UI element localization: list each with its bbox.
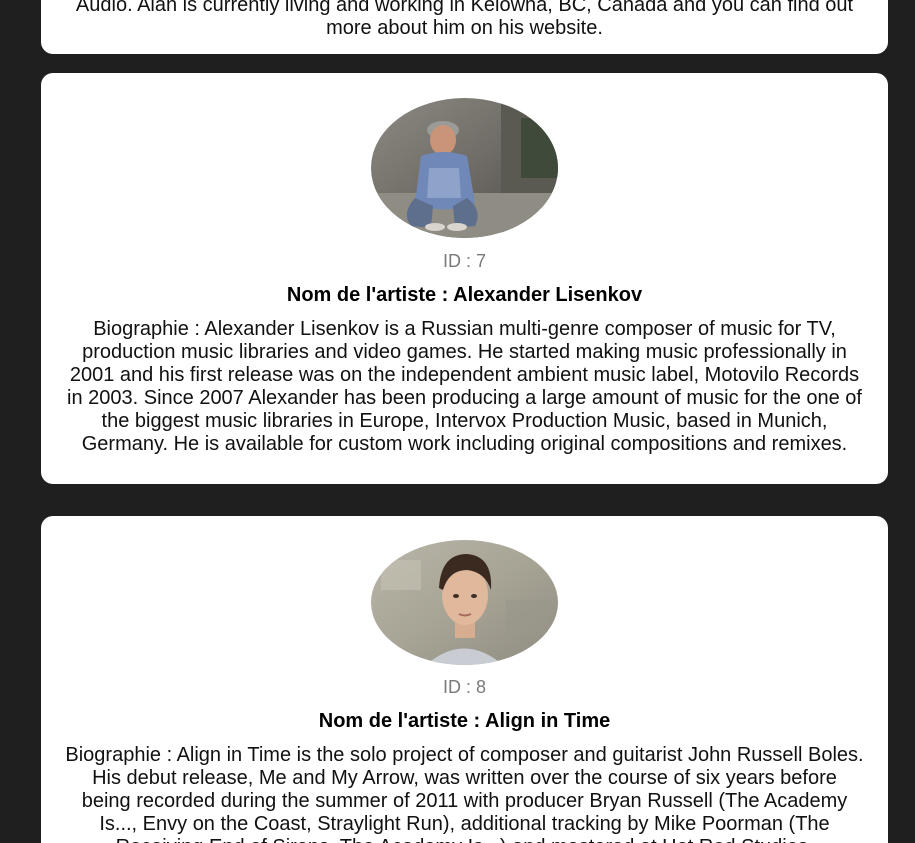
bio-tail-line-2: more about him on his website. (326, 17, 603, 39)
bio-tail-line-1: Audio. Alan is currently living and work… (75, 0, 854, 16)
artist-card-previous: Audio. Alan is currently living and work… (41, 0, 888, 54)
artist-photo (371, 540, 558, 665)
artist-bio: Biographie : Align in Time is the solo p… (65, 744, 864, 843)
artist-bio-tail: Audio. Alan is currently living and work… (41, 0, 888, 40)
artist-photo-image (371, 540, 558, 665)
artist-card: ID : 7 Nom de l'artiste : Alexander Lise… (41, 73, 888, 484)
artist-name: Nom de l'artiste : Align in Time (318, 710, 611, 732)
artist-bio: Biographie : Alexander Lisenkov is a Rus… (67, 318, 862, 455)
artist-feed: Audio. Alan is currently living and work… (0, 0, 915, 843)
artist-card: ID : 8 Nom de l'artiste : Align in Time … (41, 516, 888, 843)
artist-id: ID : 8 (442, 677, 486, 697)
artist-photo-image (371, 98, 558, 238)
artist-photo (371, 98, 558, 238)
artist-name: Nom de l'artiste : Alexander Lisenkov (286, 284, 643, 306)
artist-id: ID : 7 (442, 251, 486, 271)
